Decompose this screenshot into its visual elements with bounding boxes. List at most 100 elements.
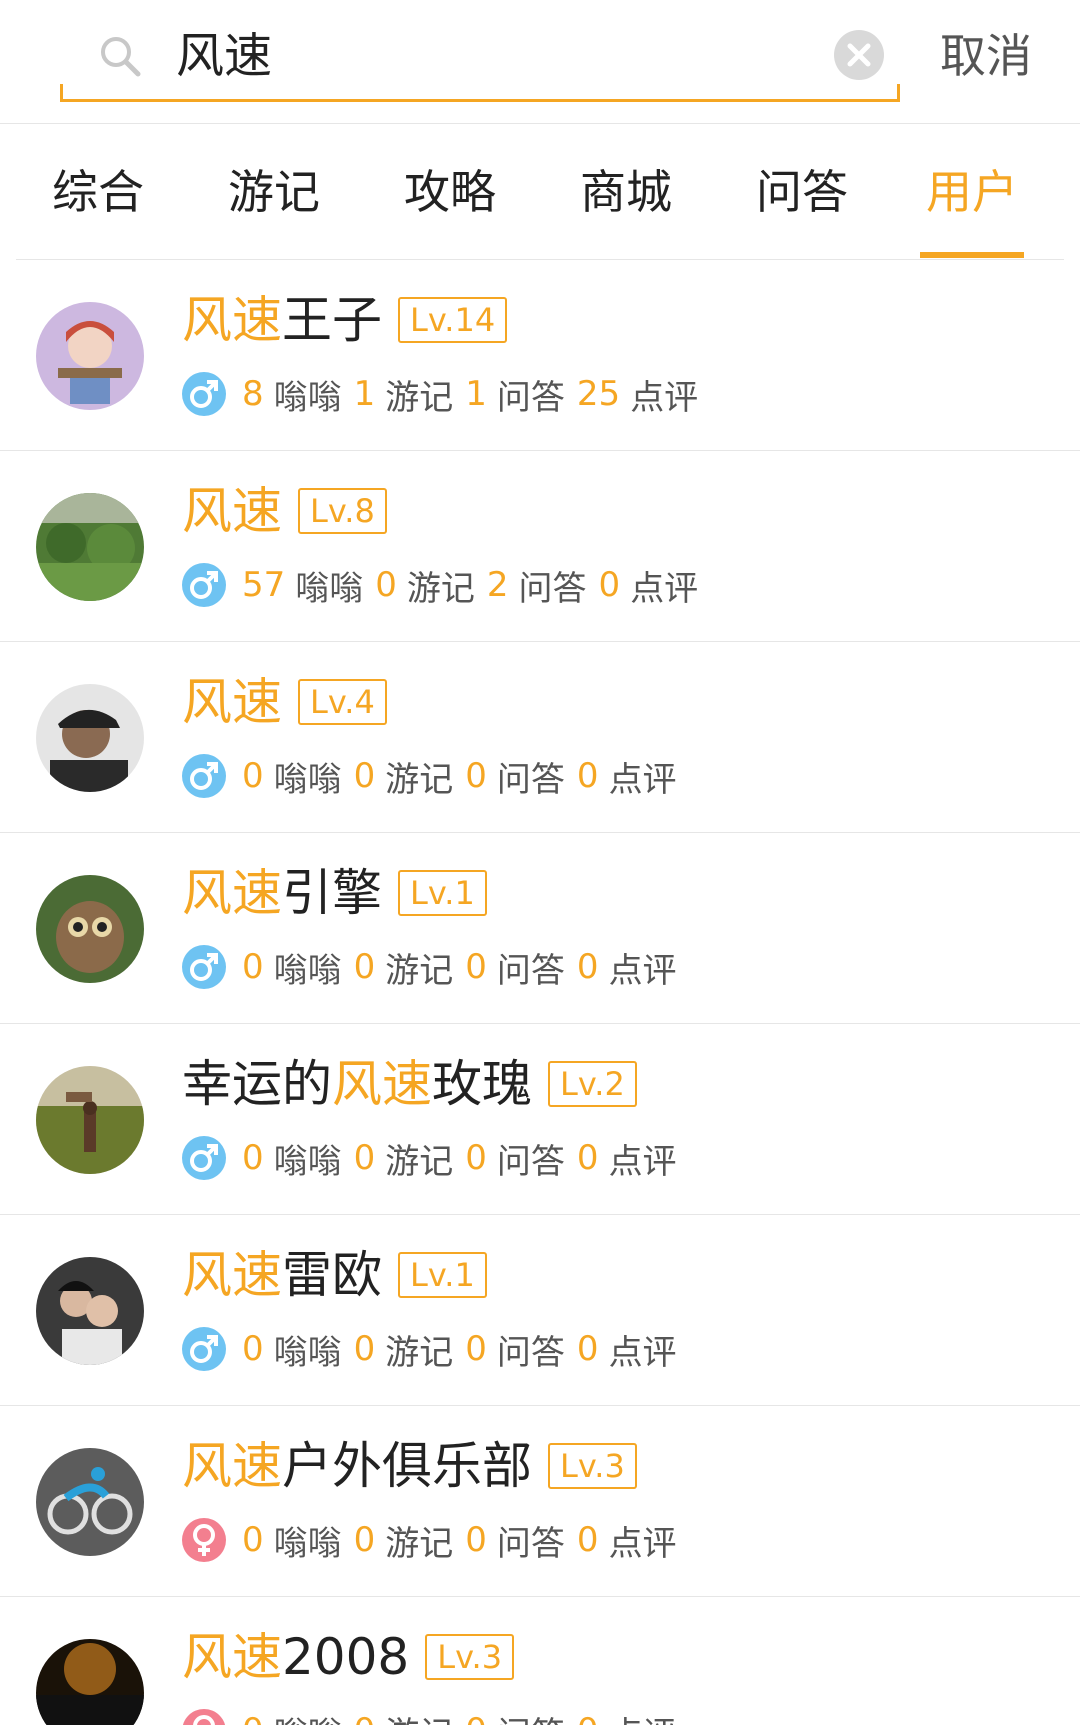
avatar[interactable] — [36, 493, 144, 601]
search-query-text[interactable]: 风速 — [176, 24, 272, 88]
stat-youji-count: 0 — [353, 1329, 376, 1369]
stat-wengweng-label: 嗡嗡 — [273, 759, 342, 800]
stat-dianping-count: 0 — [576, 1520, 599, 1560]
category-tabs: 综合 游记 攻略 商城 问答 用户 — [16, 124, 1064, 260]
level-badge: Lv.2 — [548, 1061, 637, 1107]
user-name-suffix: 户外俱乐部 — [282, 1437, 532, 1495]
stat-wengweng-count: 0 — [242, 1329, 264, 1369]
male-icon — [182, 1327, 226, 1371]
user-row[interactable]: 风速 王子 Lv.14 8 嗡嗡 1 游记 1 问答 25 点评 — [0, 260, 1080, 451]
stat-youji-count: 0 — [353, 947, 376, 987]
search-header: 风速 取消 — [0, 0, 1080, 124]
stat-wenda-count: 0 — [465, 1329, 487, 1369]
tab-guides[interactable]: 攻略 — [404, 162, 496, 222]
search-icon — [101, 37, 141, 77]
stat-wenda-label: 问答 — [518, 568, 587, 609]
level-badge: Lv.3 — [425, 1634, 515, 1680]
user-row[interactable]: 风速 Lv.4 0 嗡嗡 0 游记 0 问答 0 点评 — [0, 642, 1080, 833]
stat-youji-count: 0 — [353, 1520, 376, 1560]
user-stats: 0嗡嗡0游记0问答0点评 — [182, 1327, 689, 1373]
male-icon — [182, 754, 226, 798]
stat-dianping-count: 0 — [576, 1138, 599, 1178]
stat-youji-count: 1 — [353, 374, 376, 414]
stat-wengweng-count: 0 — [242, 1138, 264, 1178]
user-name-highlight: 风速 — [182, 1628, 282, 1686]
level-badge: Lv.3 — [548, 1443, 637, 1489]
avatar[interactable] — [36, 302, 144, 410]
stat-youji-label: 游记 — [406, 568, 475, 609]
stat-wengweng-count: 0 — [242, 1520, 264, 1560]
tab-all[interactable]: 综合 — [52, 162, 144, 222]
stat-wengweng-count: 0 — [242, 947, 264, 987]
user-name-highlight: 风速 — [182, 482, 282, 540]
clear-icon[interactable] — [834, 30, 884, 80]
stat-wengweng-label: 嗡嗡 — [274, 1707, 342, 1725]
user-name-highlight: 风速 — [182, 864, 282, 922]
user-row[interactable]: 风速 Lv.8 57 嗡嗡 0 游记 2 问答 0 点评 — [0, 451, 1080, 642]
cancel-button[interactable]: 取消 — [940, 24, 1032, 88]
stat-youji-label: 游记 — [385, 759, 454, 800]
stat-wenda-label: 问答 — [496, 1141, 565, 1182]
stat-wenda-count: 0 — [465, 1711, 487, 1725]
user-row[interactable]: 风速 户外俱乐部 Lv.3 0 嗡嗡 0 游记 0 问答 0 点评 — [0, 1406, 1080, 1597]
avatar[interactable] — [36, 1066, 144, 1174]
active-tab-indicator — [920, 252, 1024, 258]
stat-wengweng-label: 嗡嗡 — [273, 1141, 342, 1182]
stat-youji-label: 游记 — [385, 377, 454, 418]
user-name-prefix: 幸运的 — [182, 1055, 332, 1113]
tab-travelogue[interactable]: 游记 — [228, 162, 320, 222]
stat-youji-label: 游记 — [385, 1707, 453, 1725]
stat-wengweng-label: 嗡嗡 — [273, 1332, 342, 1373]
stat-wenda-label: 问答 — [496, 950, 565, 991]
female-icon — [182, 1709, 226, 1725]
level-badge: Lv.14 — [398, 297, 508, 343]
user-row[interactable]: 幸运的 风速 玫瑰 Lv.2 0 嗡嗡 0 游记 0 问答 0 点评 — [0, 1024, 1080, 1215]
stat-dianping-label: 点评 — [608, 1332, 677, 1373]
stat-wenda-label: 问答 — [496, 1332, 565, 1373]
user-name-line: 风速 Lv.4 — [182, 672, 387, 732]
stat-dianping-count: 0 — [598, 565, 621, 605]
user-name-line: 风速 王子 Lv.14 — [182, 290, 508, 350]
user-stats: 0嗡嗡0游记0问答0点评 — [182, 754, 689, 800]
user-name-line: 幸运的 风速 玫瑰 Lv.2 — [182, 1054, 637, 1114]
stat-wenda-label: 问答 — [496, 759, 565, 800]
tab-qa[interactable]: 问答 — [756, 162, 848, 222]
male-icon — [182, 1136, 226, 1180]
stat-wengweng-label: 嗡嗡 — [273, 1523, 342, 1564]
user-name-suffix: 雷欧 — [282, 1246, 382, 1304]
avatar[interactable] — [36, 1639, 144, 1725]
user-stats: 0嗡嗡0游记0问答0点评 — [182, 945, 689, 991]
user-name-suffix: 2008 — [282, 1628, 410, 1686]
level-badge: Lv.1 — [398, 870, 487, 916]
stat-youji-label: 游记 — [385, 1141, 454, 1182]
avatar[interactable] — [36, 875, 144, 983]
user-stats: 8 嗡嗡 1 游记 1 问答 25 点评 — [182, 372, 710, 418]
user-row[interactable]: 风速 雷欧 Lv.1 0 嗡嗡 0 游记 0 问答 0 点评 — [0, 1215, 1080, 1406]
user-name-highlight: 风速 — [182, 1246, 282, 1304]
user-name-line: 风速 2008 Lv.3 — [182, 1627, 515, 1687]
tab-users[interactable]: 用户 — [926, 162, 1018, 222]
stat-dianping-label: 点评 — [608, 950, 677, 991]
user-name-suffix: 引擎 — [282, 864, 382, 922]
user-name-highlight: 风速 — [182, 673, 282, 731]
user-row[interactable]: 风速2008 Lv.3 0 嗡嗡 0 游记 0 问答 0 点评 — [0, 1597, 1080, 1725]
user-row[interactable]: 风速 引擎 Lv.1 0 嗡嗡 0 游记 0 问答 0 点评 — [0, 833, 1080, 1024]
stat-dianping-count: 0 — [576, 756, 599, 796]
stat-dianping-count: 0 — [576, 947, 599, 987]
stat-youji-count: 0 — [354, 1711, 376, 1725]
stat-dianping-count: 0 — [577, 1711, 599, 1725]
stat-youji-count: 0 — [375, 565, 397, 605]
user-name-suffix: 玫瑰 — [432, 1055, 532, 1113]
stat-dianping-label: 点评 — [630, 377, 699, 418]
stat-youji-label: 游记 — [385, 950, 454, 991]
avatar[interactable] — [36, 1257, 144, 1365]
female-icon — [182, 1518, 226, 1562]
avatar[interactable] — [36, 1448, 144, 1556]
stat-wengweng-label: 嗡嗡 — [295, 568, 364, 609]
stat-wengweng-count: 0 — [242, 756, 264, 796]
stat-wenda-count: 0 — [465, 947, 487, 987]
stat-wenda-count: 1 — [465, 374, 487, 414]
avatar[interactable] — [36, 684, 144, 792]
tab-mall[interactable]: 商城 — [580, 162, 672, 222]
stat-wenda-label: 问答 — [496, 1523, 565, 1564]
